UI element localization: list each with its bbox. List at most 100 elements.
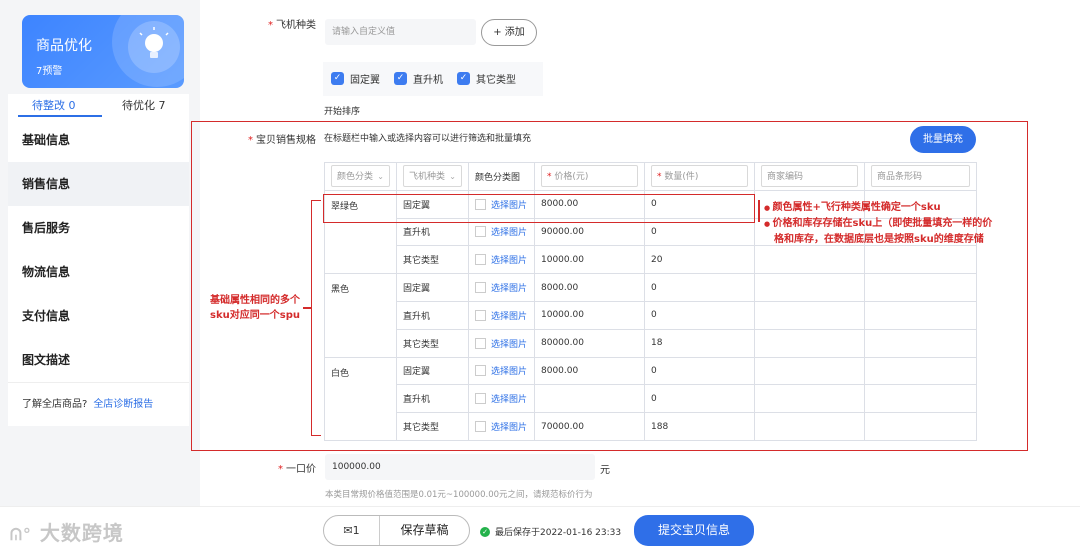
table-row: 白色 固定翼 选择图片 8000.00 0 <box>324 356 977 441</box>
cell-plane-type: 其它类型 <box>396 412 469 441</box>
cell-select-image[interactable]: 选择图片 <box>468 300 535 330</box>
cell-barcode[interactable] <box>864 245 977 275</box>
cell-select-image[interactable]: 选择图片 <box>468 356 535 386</box>
cell-quantity[interactable]: 0 <box>644 356 755 386</box>
tab-to-fix[interactable]: 待整改 0 <box>32 97 76 113</box>
table-row: 直升机 选择图片 0 <box>325 384 977 414</box>
price-label: * 一口价 <box>278 464 316 475</box>
cell-quantity[interactable]: 0 <box>644 273 755 302</box>
nav-item-after-sales[interactable]: 售后服务 <box>8 206 189 250</box>
cell-barcode[interactable] <box>864 412 977 441</box>
cell-price[interactable]: 8000.00 <box>534 273 645 302</box>
select-image-link[interactable]: 选择图片 <box>491 309 527 322</box>
cell-plane-type: 其它类型 <box>396 245 469 275</box>
select-image-link[interactable]: 选择图片 <box>491 281 527 294</box>
spu-annotation: 基础属性相同的多个 sku对应同一个spu <box>210 295 300 321</box>
cell-merchant-code[interactable] <box>754 245 865 275</box>
checkbox-checked-icon: ✓ <box>457 72 470 85</box>
header-quantity[interactable]: * 数量(件) <box>644 162 755 191</box>
cell-merchant-code[interactable] <box>754 273 865 302</box>
header-barcode[interactable]: 商品条形码 <box>864 162 977 191</box>
cell-barcode[interactable] <box>864 300 977 330</box>
cell-select-image[interactable]: 选择图片 <box>468 328 535 358</box>
select-image-link[interactable]: 选择图片 <box>491 225 527 238</box>
price-input[interactable]: 100000.00 <box>325 454 595 480</box>
store-diagnosis-link[interactable]: 全店诊断报告 <box>93 399 153 410</box>
card-title: 商品优化 <box>36 38 92 54</box>
nav-item-basic-info[interactable]: 基础信息 <box>8 118 189 162</box>
watermark: ᕬ° 大数跨境 <box>10 521 124 545</box>
select-image-link[interactable]: 选择图片 <box>491 337 527 350</box>
select-image-link[interactable]: 选择图片 <box>491 420 527 433</box>
cell-barcode[interactable] <box>864 328 977 358</box>
check-circle-icon: ✓ <box>480 526 490 537</box>
image-placeholder-icon <box>475 254 486 266</box>
image-placeholder-icon <box>475 282 486 294</box>
sku-annotation: ● 颜色属性+飞行种类属性确定一个sku ● 价格和库存存储在sku上（即使批量… <box>764 202 993 245</box>
cell-price[interactable]: 70000.00 <box>534 412 645 441</box>
cell-select-image[interactable]: 选择图片 <box>468 245 535 275</box>
start-sort-link[interactable]: 开始排序 <box>324 104 360 117</box>
add-button[interactable]: + 添加 <box>481 19 537 46</box>
cell-price[interactable]: 10000.00 <box>534 245 645 275</box>
cell-merchant-code[interactable] <box>754 328 865 358</box>
nav-item-payment[interactable]: 支付信息 <box>8 294 189 338</box>
save-group: ✉1 保存草稿 <box>323 515 470 546</box>
plane-type-label: * 飞机种类 <box>268 20 316 31</box>
optimization-card[interactable]: 商品优化 7预警 <box>22 15 184 88</box>
image-placeholder-icon <box>475 337 486 349</box>
header-color[interactable]: 颜色分类 ⌄ <box>324 162 397 191</box>
cell-barcode[interactable] <box>864 384 977 414</box>
select-image-link[interactable]: 选择图片 <box>491 364 527 377</box>
image-placeholder-icon <box>475 421 486 433</box>
cell-price[interactable] <box>534 384 645 414</box>
cell-select-image[interactable]: 选择图片 <box>468 412 535 441</box>
image-placeholder-icon <box>475 309 486 321</box>
last-saved-status: ✓ 最后保存于2022-01-16 23:33 <box>480 525 621 538</box>
option-other[interactable]: ✓ 其它类型 <box>457 71 516 86</box>
cell-price[interactable]: 80000.00 <box>534 328 645 358</box>
cell-color: 黑色 <box>324 273 397 358</box>
cell-plane-type: 直升机 <box>396 300 469 330</box>
cell-select-image[interactable]: 选择图片 <box>468 384 535 414</box>
cell-barcode[interactable] <box>864 273 977 302</box>
nav-item-logistics[interactable]: 物流信息 <box>8 250 189 294</box>
option-helicopter[interactable]: ✓ 直升机 <box>394 71 443 86</box>
save-draft-button[interactable]: 保存草稿 <box>380 516 469 545</box>
card-subtitle: 7预警 <box>36 66 63 77</box>
cell-merchant-code[interactable] <box>754 356 865 386</box>
sku-hint: 在标题栏中输入或选择内容可以进行筛选和批量填充 <box>324 134 532 144</box>
cell-quantity[interactable]: 0 <box>644 300 755 330</box>
cell-price[interactable]: 8000.00 <box>534 356 645 386</box>
option-fixed-wing[interactable]: ✓ 固定翼 <box>331 71 380 86</box>
cell-quantity[interactable]: 188 <box>644 412 755 441</box>
select-image-link[interactable]: 选择图片 <box>491 392 527 405</box>
sidebar-nav: 基础信息 销售信息 售后服务 物流信息 支付信息 图文描述 <box>8 118 189 382</box>
cell-quantity[interactable]: 18 <box>644 328 755 358</box>
cell-merchant-code[interactable] <box>754 384 865 414</box>
cell-color: 白色 <box>324 356 397 441</box>
cell-price[interactable]: 10000.00 <box>534 300 645 330</box>
draft-box-button[interactable]: ✉1 <box>324 516 380 545</box>
header-price[interactable]: * 价格(元) <box>534 162 645 191</box>
cell-plane-type: 其它类型 <box>396 328 469 358</box>
cell-barcode[interactable] <box>864 356 977 386</box>
batch-fill-button[interactable]: 批量填充 <box>910 126 976 153</box>
cell-merchant-code[interactable] <box>754 412 865 441</box>
cell-quantity[interactable]: 0 <box>644 384 755 414</box>
custom-value-input[interactable]: 请输入自定义值 <box>325 19 476 45</box>
submit-button[interactable]: 提交宝贝信息 <box>634 515 754 546</box>
nav-item-description[interactable]: 图文描述 <box>8 338 189 382</box>
nav-item-sales-info[interactable]: 销售信息 <box>8 162 189 206</box>
header-merchant-code[interactable]: 商家编码 <box>754 162 865 191</box>
cell-select-image[interactable]: 选择图片 <box>468 273 535 302</box>
table-row: 其它类型 选择图片 10000.00 20 <box>325 245 977 275</box>
checkbox-checked-icon: ✓ <box>394 72 407 85</box>
tab-to-optimize[interactable]: 待优化 7 <box>122 97 166 113</box>
cell-merchant-code[interactable] <box>754 300 865 330</box>
tab-underline <box>18 115 102 117</box>
chevron-down-icon: ⌄ <box>377 172 384 182</box>
header-plane-type[interactable]: 飞机种类 ⌄ <box>396 162 469 191</box>
cell-quantity[interactable]: 20 <box>644 245 755 275</box>
select-image-link[interactable]: 选择图片 <box>491 253 527 266</box>
